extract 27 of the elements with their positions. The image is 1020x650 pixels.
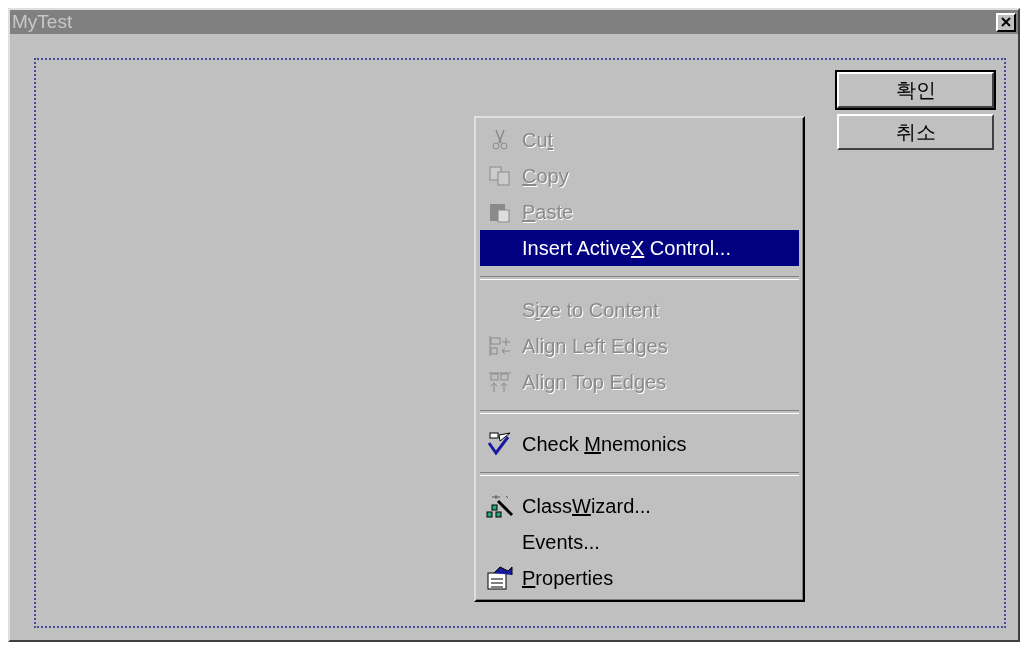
menu-item[interactable]: Insert ActiveX Control... xyxy=(480,230,799,266)
menu-item-label: Paste xyxy=(522,200,574,224)
menu-item-label: ClassWizard... xyxy=(522,494,651,518)
scissors-icon xyxy=(491,129,509,151)
menu-item-label: Size to Content xyxy=(522,298,659,322)
align-left-icon xyxy=(488,335,512,357)
menu-item-label: Check Mnemonics xyxy=(522,432,687,456)
dialog-button[interactable]: 취소 xyxy=(837,114,994,150)
clipboard-icon xyxy=(489,201,511,223)
properties-icon xyxy=(486,565,514,591)
menu-item-label: Align Left Edges xyxy=(522,334,668,358)
dialog-button[interactable]: 확인 xyxy=(837,72,994,108)
menu-item-label: Properties xyxy=(522,566,614,590)
copy-icon xyxy=(489,166,511,186)
align-top-icon xyxy=(488,371,512,393)
menu-item[interactable]: Events... xyxy=(480,524,799,560)
menu-item-label: Copy xyxy=(522,164,569,188)
menu-item-label: Insert ActiveX Control... xyxy=(522,236,731,260)
menu-item[interactable]: Properties xyxy=(480,560,799,596)
menu-item-label: Align Top Edges xyxy=(522,370,667,394)
close-icon xyxy=(1001,17,1011,27)
close-button[interactable] xyxy=(996,12,1016,32)
menu-item[interactable]: Check Mnemonics xyxy=(480,426,799,462)
menu-item[interactable]: ClassWizard... xyxy=(480,488,799,524)
magic-wand-icon xyxy=(486,493,514,519)
menu-item-label: Events... xyxy=(522,530,600,554)
window-title: MyTest xyxy=(12,11,73,33)
